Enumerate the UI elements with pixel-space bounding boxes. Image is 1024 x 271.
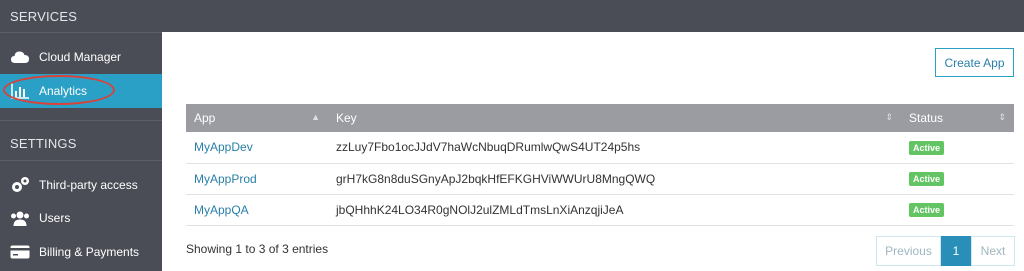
column-header-key[interactable]: Key ⇕	[328, 104, 901, 132]
status-badge: Active	[909, 140, 945, 155]
section-divider	[0, 160, 162, 161]
table-header-row: App ▲ Key ⇕ Status ⇕	[186, 104, 1014, 132]
main-content: Create App App ▲ Key ⇕ Status ⇕ MyAppDev zz…	[162, 32, 1024, 271]
pagination-page-button[interactable]: 1	[941, 236, 971, 266]
sidebar: SERVICES Cloud Manager Analytics SETTING…	[0, 0, 178, 271]
cloud-icon	[10, 47, 30, 67]
column-header-status[interactable]: Status ⇕	[901, 104, 1014, 132]
credit-card-icon	[10, 242, 30, 262]
gears-icon	[10, 175, 30, 195]
highlight-circle	[3, 75, 115, 105]
pagination: Previous 1 Next	[876, 236, 1015, 266]
section-divider	[0, 120, 162, 121]
app-link[interactable]: MyAppProd	[194, 172, 257, 186]
settings-section-title: SETTINGS	[10, 136, 77, 151]
sidebar-item-label: Users	[39, 211, 71, 225]
app-key: grH7kG8n8duSGnyApJ2bqkHfEFKGHViWWUrU8Mng…	[328, 163, 901, 195]
apps-table: App ▲ Key ⇕ Status ⇕ MyAppDev zzLuy7Fbo1ocJ…	[186, 104, 1014, 226]
app-key: zzLuy7Fbo1ocJJdV7haWcNbuqDRumlwQwS4UT24p…	[328, 132, 901, 164]
app-link[interactable]: MyAppQA	[194, 203, 249, 217]
sidebar-item-label: Cloud Manager	[39, 50, 122, 64]
sidebar-item-third-party-access[interactable]: Third-party access	[0, 168, 162, 202]
services-section-title: SERVICES	[10, 9, 78, 24]
column-header-app[interactable]: App ▲	[186, 104, 328, 132]
sidebar-item-billing-payments[interactable]: Billing & Payments	[0, 235, 162, 269]
pagination-next-button[interactable]: Next	[971, 236, 1015, 266]
entries-info: Showing 1 to 3 of 3 entries	[186, 242, 329, 256]
top-bar	[162, 0, 1024, 32]
app-key: jbQHhhK24LO34R0gNOlJ2ulZMLdTmsLnXiAnzqji…	[328, 194, 901, 226]
sidebar-item-cloud-manager[interactable]: Cloud Manager	[0, 40, 162, 74]
table-row: MyAppProd grH7kG8n8duSGnyApJ2bqkHfEFKGHV…	[186, 163, 1014, 195]
table-row: MyAppQA jbQHhhK24LO34R0gNOlJ2ulZMLdTmsLn…	[186, 194, 1014, 226]
app-link[interactable]: MyAppDev	[194, 140, 253, 154]
users-icon	[10, 208, 30, 228]
sort-icon: ⇕	[998, 112, 1006, 122]
create-app-button[interactable]: Create App	[935, 48, 1014, 77]
sidebar-item-label: Third-party access	[39, 178, 138, 192]
sidebar-item-users[interactable]: Users	[0, 201, 162, 235]
sort-asc-icon: ▲	[311, 112, 320, 122]
sort-icon: ⇕	[885, 112, 893, 122]
pagination-previous-button[interactable]: Previous	[876, 236, 941, 266]
table-row: MyAppDev zzLuy7Fbo1ocJJdV7haWcNbuqDRumlw…	[186, 132, 1014, 164]
status-badge: Active	[909, 172, 945, 186]
status-badge: Active	[909, 203, 945, 217]
section-divider	[0, 32, 162, 33]
sidebar-item-label: Billing & Payments	[39, 245, 140, 259]
